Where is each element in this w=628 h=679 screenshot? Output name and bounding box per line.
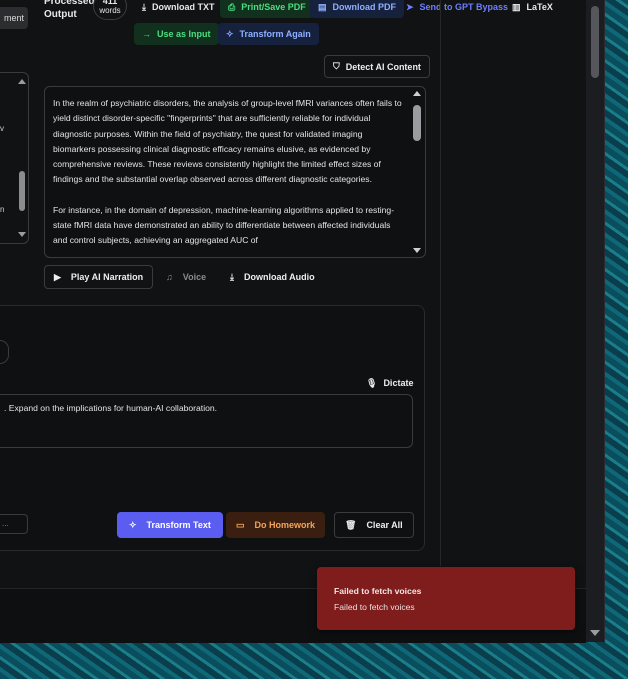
use-as-input-button[interactable]: → Use as Input <box>134 23 219 45</box>
left-tab-label: ment <box>3 13 24 23</box>
play-ai-narration-label: Play AI Narration <box>70 272 144 282</box>
send-icon: ➤ <box>406 1 414 12</box>
trash-icon: 🗑︎ <box>345 519 357 530</box>
microphone-icon: 🎙︎ <box>366 377 378 388</box>
latex-button[interactable]: ▥ LaTeX <box>506 0 559 18</box>
error-toast[interactable]: Failed to fetch voices Failed to fetch v… <box>317 567 575 630</box>
transform-again-label: Transform Again <box>239 29 311 39</box>
download-icon: ⤓ <box>142 1 146 12</box>
download-audio-button[interactable]: ⤓ Download Audio <box>224 265 321 289</box>
scroll-down-icon[interactable] <box>590 630 600 636</box>
file-icon: ▤ <box>318 1 327 12</box>
output-scrollbar[interactable] <box>412 91 422 253</box>
latex-label: LaTeX <box>526 2 553 12</box>
transform-again-button[interactable]: ✧ Transform Again <box>218 23 319 45</box>
transform-text-label: Transform Text <box>146 520 211 530</box>
panel-divider <box>440 0 441 566</box>
download-icon: ⤓ <box>230 271 234 282</box>
left-tab-button[interactable]: ment <box>0 7 28 29</box>
input-scrollbar[interactable] <box>18 79 26 237</box>
play-ai-narration-button[interactable]: ▶ Play AI Narration <box>44 265 154 289</box>
app-window: ment Processed Output 411 words ⤓ Downlo… <box>0 0 605 643</box>
select-value: ... <box>2 519 9 528</box>
sparkle-icon: ✧ <box>226 28 234 39</box>
scroll-thumb[interactable] <box>19 171 25 211</box>
word-count-unit: words <box>99 6 121 15</box>
clear-all-label: Clear All <box>366 520 403 530</box>
download-txt-button[interactable]: ⤓ Download TXT <box>134 0 222 18</box>
send-to-gpt-bypass-label: Send to GPT Bypass <box>419 2 509 12</box>
scroll-thumb[interactable] <box>413 105 421 141</box>
processed-output-textarea[interactable]: In the realm of psychiatric disorders, t… <box>44 86 426 258</box>
scroll-down-icon[interactable] <box>413 248 421 253</box>
window-scroll-thumb[interactable] <box>591 6 599 78</box>
output-label-line1: Processed <box>44 0 95 7</box>
download-pdf-button[interactable]: ▤ Download PDF <box>310 0 405 18</box>
voice-select-button[interactable]: ♫ Voice <box>160 265 212 289</box>
download-txt-label: Download TXT <box>151 2 215 12</box>
play-icon: ▶ <box>54 271 61 282</box>
prompt-text: . Expand on the implications for human-A… <box>4 403 218 413</box>
send-to-gpt-bypass-button[interactable]: ➤ Send to GPT Bypass <box>400 0 514 18</box>
toast-message: Failed to fetch voices <box>334 602 415 612</box>
transform-text-button[interactable]: ✧ Transform Text <box>117 512 223 538</box>
dictate-label: Dictate <box>383 378 414 388</box>
download-pdf-label: Download PDF <box>332 2 397 12</box>
download-audio-label: Download Audio <box>243 272 315 282</box>
output-text: In the realm of psychiatric disorders, t… <box>53 96 405 257</box>
print-save-pdf-label: Print/Save PDF <box>241 2 306 12</box>
dictate-button[interactable]: 🎙︎ Dictate <box>362 375 417 391</box>
printer-icon: ⎙ <box>228 1 236 12</box>
input-text-fragment: v <box>0 124 4 133</box>
input-text-fragment: n <box>0 205 5 214</box>
window-scrollbar[interactable] <box>586 0 604 642</box>
scroll-up-icon[interactable] <box>18 79 26 84</box>
input-textarea-fragment[interactable] <box>0 72 29 244</box>
do-homework-label: Do Homework <box>254 520 316 530</box>
word-count-badge: 411 words <box>93 0 127 20</box>
toast-title: Failed to fetch voices <box>334 586 422 596</box>
detect-ai-content-button[interactable]: ⛉ Detect AI Content <box>324 55 430 78</box>
use-as-input-label: Use as Input <box>157 29 211 39</box>
clear-all-button[interactable]: 🗑︎ Clear All <box>334 512 414 538</box>
book-icon: ▭ <box>236 519 245 530</box>
scroll-down-icon[interactable] <box>18 232 26 237</box>
print-save-pdf-button[interactable]: ⎙ Print/Save PDF <box>220 0 314 18</box>
output-label-line2: Output <box>44 9 77 20</box>
voice-icon: ♫ <box>166 271 173 282</box>
do-homework-button[interactable]: ▭ Do Homework <box>226 512 326 538</box>
output-paragraph: For instance, in the domain of depressio… <box>53 204 395 246</box>
voice-label: Voice <box>182 272 207 282</box>
select-dropdown-fragment[interactable]: ... <box>0 514 28 534</box>
sparkle-icon: ✧ <box>129 519 137 530</box>
prompt-input[interactable]: . Expand on the implications for human-A… <box>0 394 413 448</box>
processed-output-label: Processed Output <box>44 0 95 21</box>
shield-icon: ⛉ <box>333 61 340 71</box>
arrow-right-icon: → <box>142 28 151 39</box>
scroll-up-icon[interactable] <box>413 91 421 96</box>
document-icon: ▥ <box>512 1 521 12</box>
detect-ai-content-label: Detect AI Content <box>345 61 421 72</box>
output-paragraph: In the realm of psychiatric disorders, t… <box>53 98 402 185</box>
